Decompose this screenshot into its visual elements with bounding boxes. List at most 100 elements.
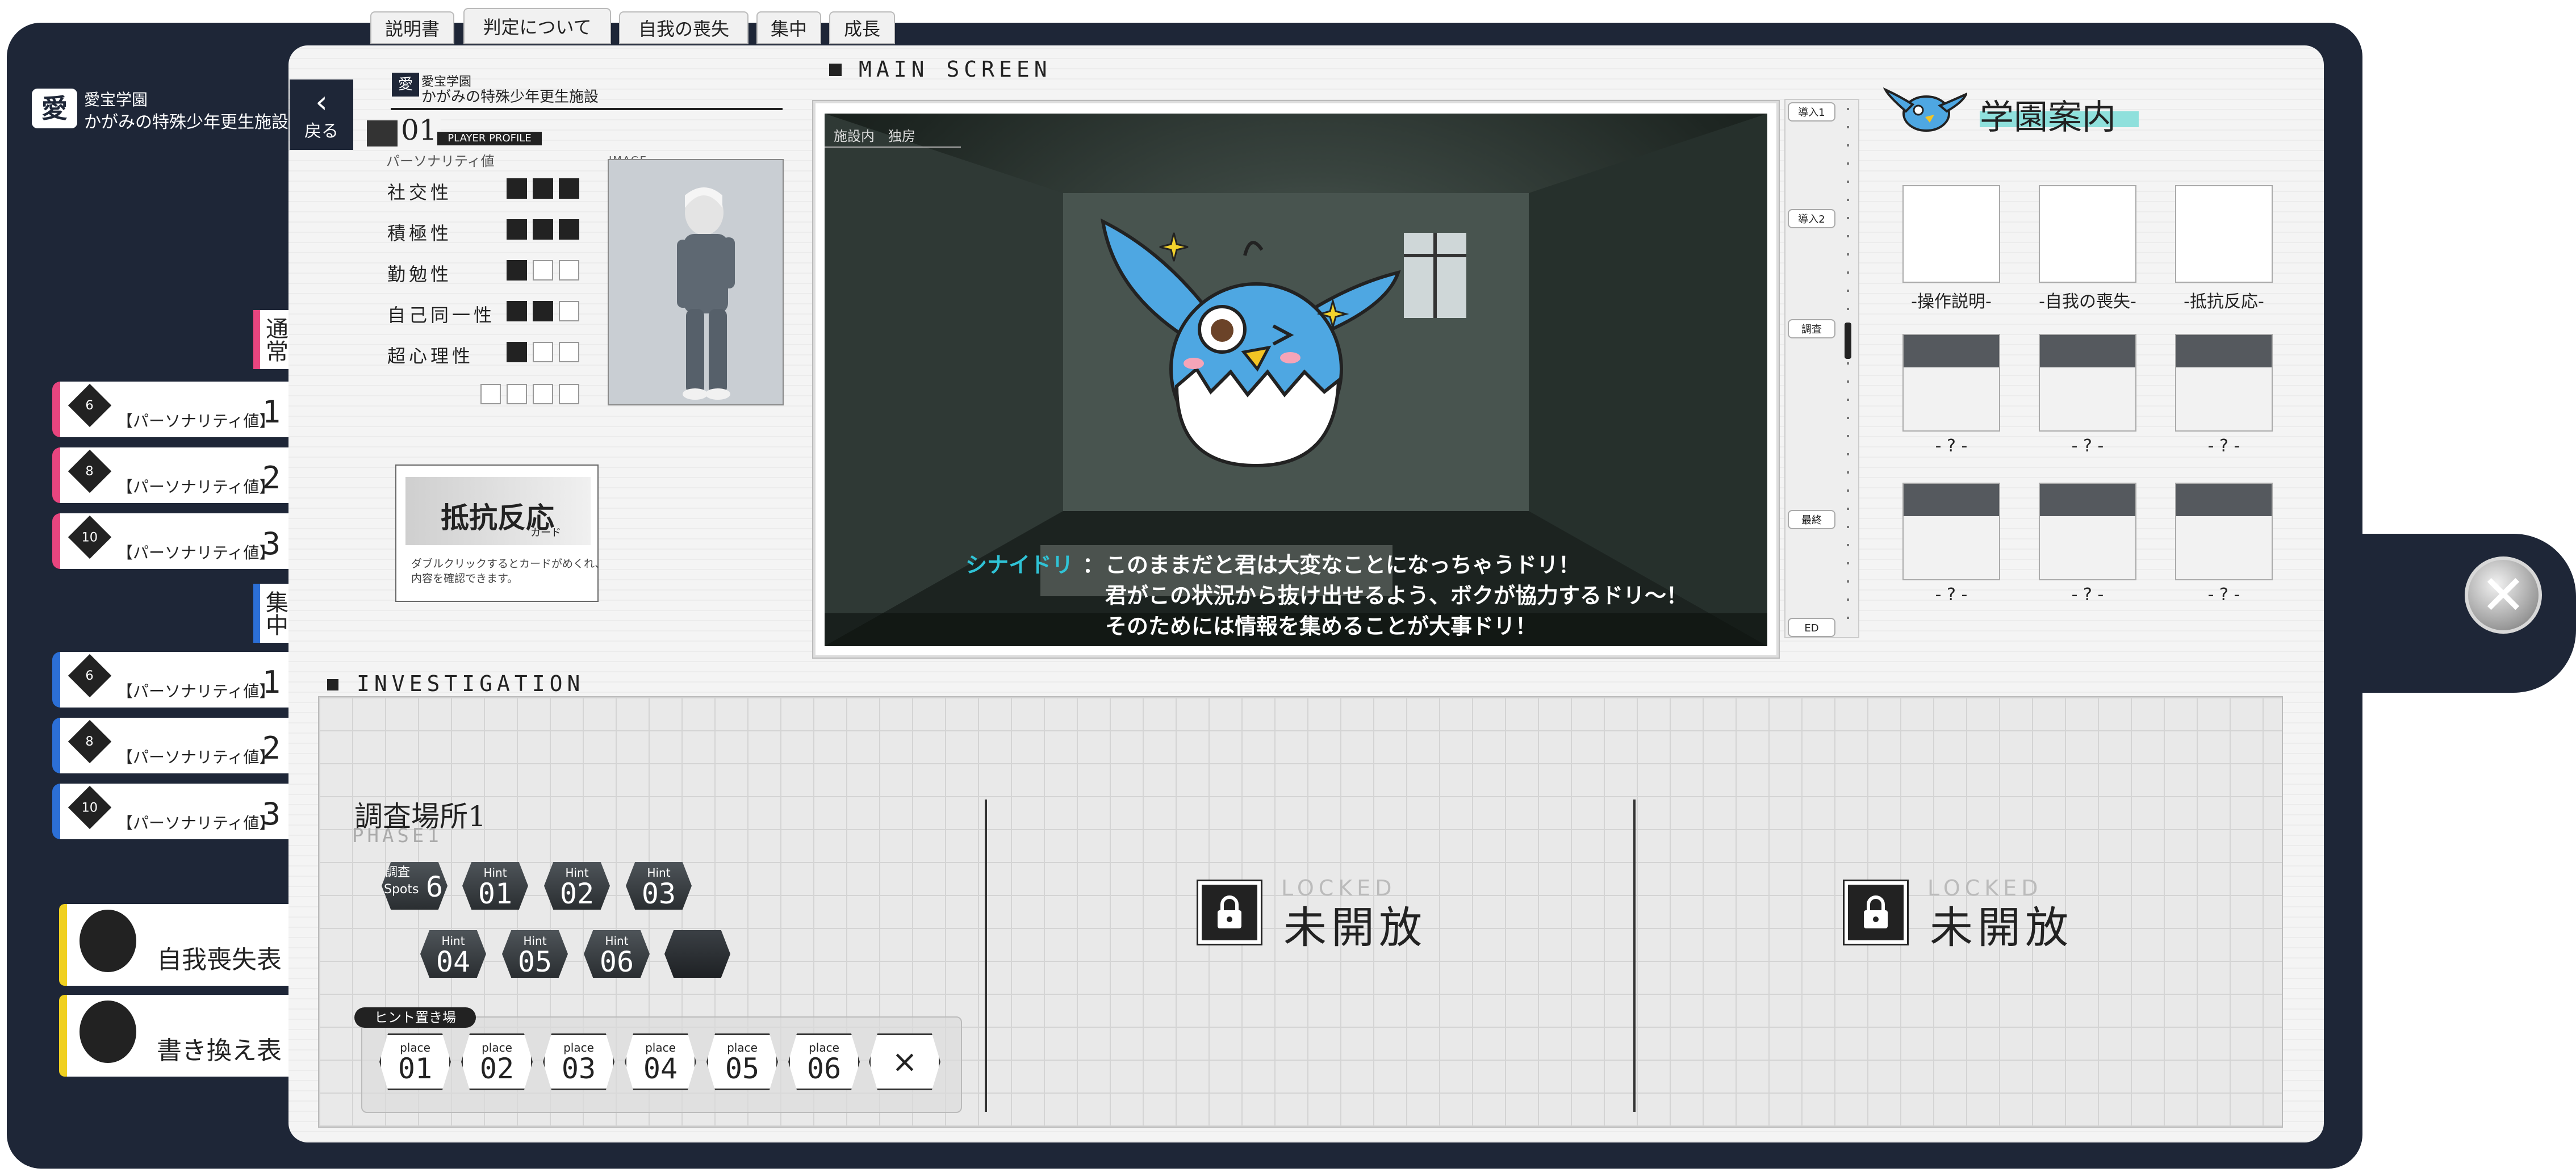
guide-locked-envelope[interactable] [1902,334,2000,432]
clear-place-button[interactable]: × [869,1033,940,1090]
school-logo: 愛 愛宝学園 かがみの特殊少年更生施設 [32,85,293,136]
d6-dice-icon: 6 [68,383,112,428]
stat-square [507,342,527,362]
guide-item-label: - ? - [2071,436,2104,456]
stat-square [533,384,553,404]
dialogue-line-2: 君がこの状況から抜け出せるよう、ボクが協力するドリ〜！ [1105,583,1688,608]
guide-document-card[interactable] [2039,185,2136,283]
place-slot[interactable]: place 04 [625,1033,696,1090]
location-label: 施設内 独房 [825,125,961,148]
d10-dice-icon: 10 [68,515,112,559]
stat-square [507,178,527,199]
chapter-track [1847,108,1849,630]
resistance-card[interactable]: 抵抗反応 カード ダブルクリックするとカードがめくれ、 内容を確認できます。 [395,464,605,602]
mascot-bird-icon [1101,218,1401,468]
locked-area-2-label: 未開放 [1283,902,1427,953]
hint-button[interactable]: Hint 04 [420,930,486,978]
stat-square [559,301,579,321]
stat-square [533,260,553,281]
hint-button[interactable]: Hint 02 [544,862,610,910]
back-button[interactable]: ‹ 戻る [290,79,353,150]
guide-locked-envelope[interactable] [1902,483,2000,580]
dialogue-speaker: シナイドリ [965,552,1074,577]
stat-empty-row [480,384,586,404]
tab-ego-loss[interactable]: 自我の喪失 [619,11,748,44]
guide-bird-icon [1883,87,1967,132]
personality-label: パーソナリティ値 [386,153,495,169]
locked-area-3-lock-icon [1843,880,1909,945]
place-slot[interactable]: place 03 [543,1033,614,1090]
place-slot[interactable]: place 01 [379,1033,451,1090]
ego-loss-table-tab[interactable]: 自我喪失表 [59,904,290,986]
normal-personality-2-tab[interactable]: 8 【パーソナリティ値】 2 [52,447,290,503]
focus-personality-3-tab[interactable]: 10 【パーソナリティ値】 3 [52,784,290,839]
normal-heading: 通常 [253,310,290,369]
padlock-icon [1864,895,1888,928]
d6-dice-icon: 6 [68,654,112,698]
tab-growth[interactable]: 成長 [829,11,895,44]
place-slot[interactable]: place 06 [788,1033,860,1090]
focus-personality-2-tab[interactable]: 8 【パーソナリティ値】 2 [52,718,290,773]
chapter-slider-handle[interactable] [1845,323,1851,359]
stat-identity-label: 自己同一性 [387,304,496,326]
hint-button[interactable]: Hint 03 [626,862,692,910]
stat-row [507,178,579,199]
hint-button[interactable]: Hint 05 [502,930,568,978]
focus-personality-1-tab[interactable]: 6 【パーソナリティ値】 1 [52,652,290,708]
tab-manual[interactable]: 説明書 [370,11,454,44]
d8-dice-icon: 8 [68,449,112,493]
hint-button[interactable]: Hint 06 [584,930,650,978]
chapter-intro-1[interactable]: 導入1 [1788,102,1835,122]
guide-locked-envelope[interactable] [2175,483,2273,580]
place-slot[interactable]: place 05 [706,1033,778,1090]
character-illustration [677,187,735,400]
chapter-intro-2[interactable]: 導入2 [1788,209,1835,228]
character-image [608,159,784,405]
guide-item-label: - ? - [1935,436,1968,456]
chapter-investigation[interactable]: 調査 [1788,319,1835,338]
rewrite-table-tab[interactable]: 書き換え表 [59,995,290,1077]
guide-item-label: -自我の喪失- [2039,292,2136,312]
binder-strap [2351,534,2576,693]
tab-focus[interactable]: 集中 [756,11,821,44]
hint-board-label: ヒント置き場 [354,1007,476,1028]
padlock-icon [1218,895,1241,928]
place-slot[interactable]: place 02 [461,1033,533,1090]
hint-button[interactable]: Hint 01 [462,862,528,910]
dialogue-line-3: そのためには情報を集めることが大事ドリ！ [1105,614,1537,639]
divider [391,108,783,110]
normal-personality-1-tab[interactable]: 6 【パーソナリティ値】 1 [52,382,290,437]
stat-square [507,384,527,404]
stat-square [507,301,527,321]
close-button[interactable]: ✕ [2465,556,2542,634]
tab-judgement[interactable]: 判定について [463,8,611,44]
card-desc-2: 内容を確認できます。 [411,572,518,585]
stat-square [559,260,579,281]
investigation-title: INVESTIGATION [357,671,585,696]
face-portrait-icon [80,910,136,972]
main-screen-view[interactable]: 施設内 独房 シナイドリ ： このままだと君は大変なことになっちゃうドリ！ 君が… [825,114,1767,646]
stat-square [559,178,579,199]
stat-square [533,178,553,199]
chapter-final[interactable]: 最終 [1788,510,1835,529]
locked-area-2-lock-icon [1197,880,1262,945]
main-screen-title: MAIN SCREEN [859,57,1052,82]
section-marker [327,679,338,690]
guide-item-label: - ? - [1935,585,1968,605]
school-name: 愛宝学園 [84,90,148,109]
normal-personality-3-tab[interactable]: 10 【パーソナリティ値】 3 [52,513,290,569]
dialogue-colon: ： [1082,552,1105,577]
guide-document-card[interactable] [2175,185,2273,283]
school-emblem-icon: 愛 [32,89,77,128]
facility-name: かがみの特殊少年更生施設 [84,112,288,132]
guide-locked-envelope[interactable] [2039,334,2136,432]
guide-locked-envelope[interactable] [2175,334,2273,432]
guide-document-card[interactable] [1902,185,2000,283]
stat-sociability-label: 社交性 [387,182,453,203]
stat-square [533,301,553,321]
guide-item-label: -抵抗反応- [2184,292,2264,312]
section-marker [829,64,842,76]
guide-locked-envelope[interactable] [2039,483,2136,580]
card-subtitle: カード [530,527,561,539]
chapter-ending[interactable]: ED [1788,618,1835,637]
